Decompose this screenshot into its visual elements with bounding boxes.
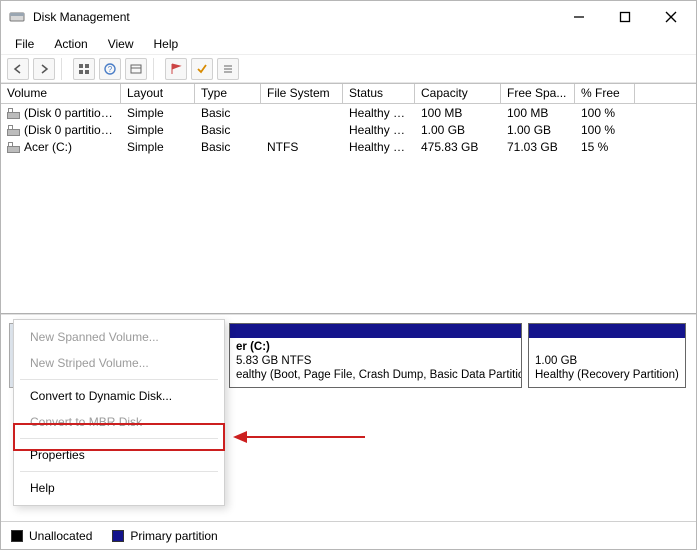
volume-list: Volume Layout Type File System Status Ca… bbox=[1, 84, 696, 314]
disk-graphic-area: er (C:) 5.83 GB NTFS ealthy (Boot, Page … bbox=[1, 314, 696, 549]
toolbar-help-icon[interactable]: ? bbox=[99, 58, 121, 80]
partition-title: er (C:) bbox=[236, 341, 270, 353]
cell-volume: (Disk 0 partition 4) bbox=[24, 123, 121, 137]
toolbar-separator bbox=[153, 58, 159, 80]
cell-layout: Simple bbox=[121, 106, 195, 120]
menu-new-spanned[interactable]: New Spanned Volume... bbox=[14, 324, 224, 350]
toolbar-check-icon[interactable] bbox=[191, 58, 213, 80]
partition-header bbox=[529, 324, 685, 338]
minimize-button[interactable] bbox=[556, 1, 602, 33]
volume-rows: (Disk 0 partition 1) Simple Basic Health… bbox=[1, 104, 696, 313]
partition-body: er (C:) 5.83 GB NTFS ealthy (Boot, Page … bbox=[230, 338, 521, 387]
partition-box-recovery[interactable]: 1.00 GB Healthy (Recovery Partition) bbox=[528, 323, 686, 388]
col-filesystem[interactable]: File System bbox=[261, 84, 343, 103]
menu-action[interactable]: Action bbox=[46, 35, 95, 53]
cell-capacity: 1.00 GB bbox=[415, 123, 501, 137]
menu-help[interactable]: Help bbox=[146, 35, 187, 53]
cell-type: Basic bbox=[195, 123, 261, 137]
col-capacity[interactable]: Capacity bbox=[415, 84, 501, 103]
close-button[interactable] bbox=[648, 1, 694, 33]
volume-icon bbox=[7, 142, 20, 153]
legend-swatch-black bbox=[11, 530, 23, 542]
cell-fs: NTFS bbox=[261, 140, 343, 154]
legend-unallocated: Unallocated bbox=[11, 529, 92, 543]
cell-layout: Simple bbox=[121, 140, 195, 154]
toolbar-list-icon[interactable] bbox=[217, 58, 239, 80]
context-menu: New Spanned Volume... New Striped Volume… bbox=[13, 319, 225, 506]
cell-volume: (Disk 0 partition 1) bbox=[24, 106, 121, 120]
arrow-annotation bbox=[233, 431, 365, 443]
legend: Unallocated Primary partition bbox=[1, 521, 696, 549]
cell-capacity: 100 MB bbox=[415, 106, 501, 120]
svg-text:?: ? bbox=[108, 65, 113, 74]
partition-header bbox=[230, 324, 521, 338]
cell-capacity: 475.83 GB bbox=[415, 140, 501, 154]
arrow-head-icon bbox=[233, 431, 247, 443]
cell-status: Healthy (E... bbox=[343, 106, 415, 120]
menu-separator bbox=[20, 471, 218, 472]
volume-icon bbox=[7, 125, 20, 136]
partition-body: 1.00 GB Healthy (Recovery Partition) bbox=[529, 338, 685, 387]
partition-status: Healthy (Recovery Partition) bbox=[535, 369, 679, 381]
col-type[interactable]: Type bbox=[195, 84, 261, 103]
cell-free: 1.00 GB bbox=[501, 123, 575, 137]
content-area: Volume Layout Type File System Status Ca… bbox=[1, 83, 696, 549]
forward-button[interactable] bbox=[33, 58, 55, 80]
legend-label: Unallocated bbox=[29, 529, 92, 543]
col-status[interactable]: Status bbox=[343, 84, 415, 103]
window: Disk Management File Action View Help ? … bbox=[0, 0, 697, 550]
cell-status: Healthy (R... bbox=[343, 123, 415, 137]
partition-box-main[interactable]: er (C:) 5.83 GB NTFS ealthy (Boot, Page … bbox=[229, 323, 522, 388]
col-pctfree[interactable]: % Free bbox=[575, 84, 635, 103]
col-freespace[interactable]: Free Spa... bbox=[501, 84, 575, 103]
cell-pct: 100 % bbox=[575, 106, 635, 120]
partition-size: 5.83 GB NTFS bbox=[236, 355, 311, 367]
back-button[interactable] bbox=[7, 58, 29, 80]
partition-size: 1.00 GB bbox=[535, 355, 577, 367]
legend-swatch-blue bbox=[112, 530, 124, 542]
toolbar-flag-icon[interactable] bbox=[165, 58, 187, 80]
menu-convert-mbr[interactable]: Convert to MBR Disk bbox=[14, 409, 224, 435]
table-row[interactable]: Acer (C:) Simple Basic NTFS Healthy (B..… bbox=[1, 138, 696, 155]
cell-pct: 100 % bbox=[575, 123, 635, 137]
cell-pct: 15 % bbox=[575, 140, 635, 154]
menu-separator bbox=[20, 379, 218, 380]
title-bar: Disk Management bbox=[1, 1, 696, 33]
column-headers: Volume Layout Type File System Status Ca… bbox=[1, 84, 696, 104]
menu-view[interactable]: View bbox=[100, 35, 142, 53]
menu-separator bbox=[20, 438, 218, 439]
menu-new-striped[interactable]: New Striped Volume... bbox=[14, 350, 224, 376]
menu-convert-dynamic[interactable]: Convert to Dynamic Disk... bbox=[14, 383, 224, 409]
window-title: Disk Management bbox=[33, 10, 130, 24]
app-icon bbox=[9, 9, 25, 25]
cell-free: 71.03 GB bbox=[501, 140, 575, 154]
table-row[interactable]: (Disk 0 partition 1) Simple Basic Health… bbox=[1, 104, 696, 121]
table-row[interactable]: (Disk 0 partition 4) Simple Basic Health… bbox=[1, 121, 696, 138]
menu-bar: File Action View Help bbox=[1, 33, 696, 55]
toolbar: ? bbox=[1, 55, 696, 83]
cell-type: Basic bbox=[195, 106, 261, 120]
col-volume[interactable]: Volume bbox=[1, 84, 121, 103]
partition-status: ealthy (Boot, Page File, Crash Dump, Bas… bbox=[236, 369, 521, 381]
toolbar-separator bbox=[61, 58, 67, 80]
cell-status: Healthy (B... bbox=[343, 140, 415, 154]
legend-primary: Primary partition bbox=[112, 529, 217, 543]
toolbar-view-icon[interactable] bbox=[73, 58, 95, 80]
toolbar-settings-icon[interactable] bbox=[125, 58, 147, 80]
legend-label: Primary partition bbox=[130, 529, 217, 543]
arrow-line bbox=[247, 436, 365, 438]
cell-layout: Simple bbox=[121, 123, 195, 137]
menu-properties[interactable]: Properties bbox=[14, 442, 224, 468]
menu-file[interactable]: File bbox=[7, 35, 42, 53]
cell-type: Basic bbox=[195, 140, 261, 154]
cell-volume: Acer (C:) bbox=[24, 140, 72, 154]
maximize-button[interactable] bbox=[602, 1, 648, 33]
menu-help[interactable]: Help bbox=[14, 475, 224, 501]
cell-free: 100 MB bbox=[501, 106, 575, 120]
volume-icon bbox=[7, 108, 20, 119]
col-layout[interactable]: Layout bbox=[121, 84, 195, 103]
